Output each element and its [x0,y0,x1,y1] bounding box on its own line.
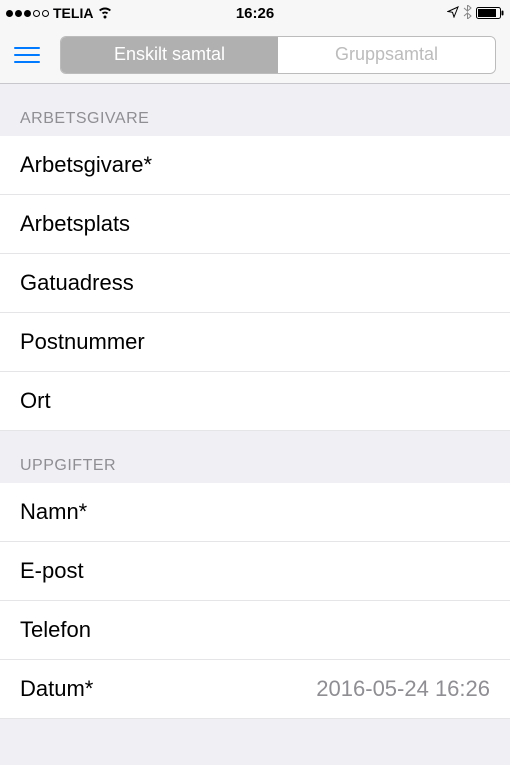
field-datum[interactable]: Datum* 2016-05-24 16:26 [0,660,510,719]
input-epost[interactable] [20,558,490,584]
field-epost[interactable] [0,542,510,601]
section-header-arbetsgivare: ARBETSGIVARE [0,84,510,136]
battery-icon [476,7,504,19]
label-datum: Datum* [20,676,93,702]
field-telefon[interactable] [0,601,510,660]
wifi-icon [97,7,113,19]
input-gatuadress[interactable] [20,270,490,296]
status-right [447,5,504,22]
status-left: TELIA [6,5,113,21]
input-postnummer[interactable] [20,329,490,355]
input-namn[interactable] [20,499,490,525]
field-postnummer[interactable] [0,313,510,372]
carrier-label: TELIA [53,5,93,21]
signal-dots-icon [6,10,49,17]
field-gatuadress[interactable] [0,254,510,313]
segmented-control: Enskilt samtal Gruppsamtal [60,36,496,74]
status-bar: TELIA 16:26 [0,0,510,26]
status-time: 16:26 [236,5,274,22]
section-header-uppgifter: UPPGIFTER [0,431,510,483]
nav-bar: Enskilt samtal Gruppsamtal [0,26,510,84]
input-telefon[interactable] [20,617,490,643]
location-icon [447,5,459,21]
segment-grupp[interactable]: Gruppsamtal [278,37,495,73]
input-arbetsplats[interactable] [20,211,490,237]
list-arbetsgivare [0,136,510,431]
list-uppgifter: Datum* 2016-05-24 16:26 [0,483,510,719]
field-arbetsgivare[interactable] [0,136,510,195]
field-arbetsplats[interactable] [0,195,510,254]
input-ort[interactable] [20,388,490,414]
bluetooth-icon [463,5,472,22]
segment-enskilt[interactable]: Enskilt samtal [61,37,278,73]
field-namn[interactable] [0,483,510,542]
field-ort[interactable] [0,372,510,431]
input-arbetsgivare[interactable] [20,152,490,178]
menu-button[interactable] [10,39,50,71]
value-datum: 2016-05-24 16:26 [316,676,490,702]
